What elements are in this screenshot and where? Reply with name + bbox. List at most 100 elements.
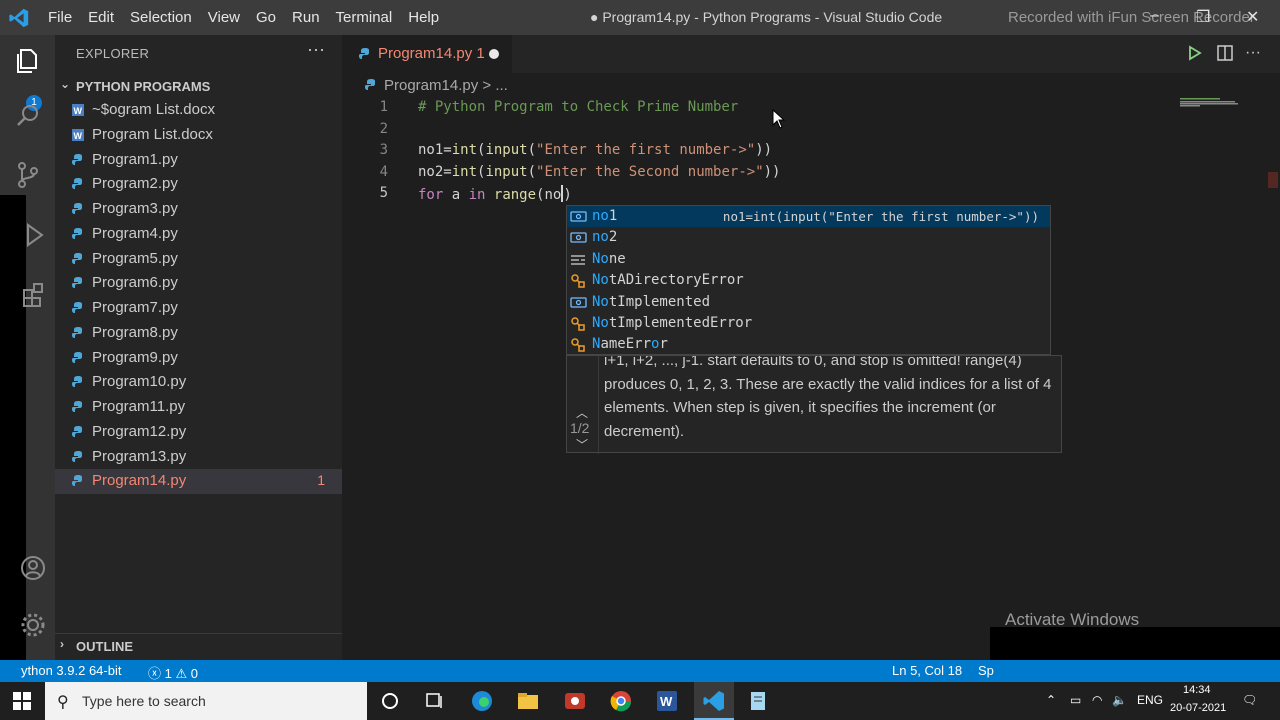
file-item[interactable]: Program9.py xyxy=(55,346,342,371)
code-token: ( xyxy=(527,142,537,158)
file-list: W ~$ogram List.docx W Program List.docx Prog… xyxy=(55,98,342,494)
chrome-icon[interactable] xyxy=(609,690,633,712)
account-icon[interactable] xyxy=(18,553,48,583)
code-line-4[interactable]: no2=int(input("Enter the Second number->… xyxy=(418,164,780,180)
minimize-button[interactable]: – xyxy=(1150,7,1159,25)
suggestion-item[interactable]: no2 xyxy=(567,227,1050,248)
file-item[interactable]: Program5.py xyxy=(55,247,342,272)
windows-taskbar: ⚲ Type here to search W ⌃ ▭ ◠ 🔈 ENG 14:3… xyxy=(0,682,1280,720)
file-item[interactable]: W ~$ogram List.docx xyxy=(55,98,342,123)
clock-date[interactable]: 20-07-2021 xyxy=(1170,702,1226,714)
file-explorer-icon[interactable] xyxy=(516,690,540,712)
code-line-5[interactable]: for a in range(no) xyxy=(418,185,572,203)
suggestion-item[interactable]: None xyxy=(567,249,1050,270)
python-interpreter[interactable]: ython 3.9.2 64-bit xyxy=(21,663,121,678)
file-name: Program List.docx xyxy=(92,125,213,143)
chevron-down-icon[interactable]: ﹀ xyxy=(576,436,588,453)
python-file-icon xyxy=(72,475,82,487)
line-number: 3 xyxy=(379,142,388,158)
scrollbar-error-marker[interactable] xyxy=(1268,172,1278,188)
file-item[interactable]: Program13.py xyxy=(55,445,342,470)
suggestion-rest: 1 xyxy=(608,208,618,224)
tab-program14[interactable]: Program14.py 1 xyxy=(342,35,512,73)
file-item[interactable]: Program6.py xyxy=(55,271,342,296)
file-item[interactable]: Program2.py xyxy=(55,172,342,197)
notepad-icon[interactable] xyxy=(746,690,770,712)
suggestion-item[interactable]: no1 no1=int(input("Enter the first number… xyxy=(567,206,1050,228)
show-hidden-icons-icon[interactable]: ⌃ xyxy=(1046,693,1056,707)
word-icon[interactable]: W xyxy=(655,690,679,712)
menu-go[interactable]: Go xyxy=(248,9,284,26)
file-item[interactable]: Program12.py xyxy=(55,420,342,445)
suggestion-item[interactable]: NameError xyxy=(567,334,1050,355)
extensions-icon[interactable] xyxy=(20,278,50,308)
edge-browser-icon[interactable] xyxy=(470,690,494,712)
file-item[interactable]: Program3.py xyxy=(55,197,342,222)
indentation[interactable]: Sp xyxy=(978,663,994,678)
explorer-icon[interactable] xyxy=(13,46,43,76)
suggestion-item[interactable]: NotADirectoryError xyxy=(567,270,1050,291)
file-name: Program12.py xyxy=(92,422,187,440)
autocomplete-docs: ︿ 1/2 ﹀ i+1, i+2, ..., j-1. start defaul… xyxy=(566,355,1062,454)
menu-terminal[interactable]: Terminal xyxy=(328,9,401,26)
editor-more-actions[interactable]: ··· xyxy=(1245,44,1261,62)
chevron-down-icon: ⌄ xyxy=(60,77,71,91)
minimap[interactable] xyxy=(1180,97,1270,107)
outline-section[interactable]: › OUTLINE xyxy=(55,633,342,658)
menu-help[interactable]: Help xyxy=(400,9,447,26)
file-item[interactable]: Program8.py xyxy=(55,321,342,346)
menu-run[interactable]: Run xyxy=(284,9,328,26)
code-token: range xyxy=(493,187,537,203)
menu-selection[interactable]: Selection xyxy=(122,9,200,26)
cursor-position[interactable]: Ln 5, Col 18 xyxy=(892,663,962,678)
file-item[interactable]: Program14.py 1 xyxy=(55,469,342,494)
screen-recorder-icon[interactable] xyxy=(563,690,587,712)
notifications-icon[interactable]: 🗨 xyxy=(1242,693,1257,707)
code-line-3[interactable]: no1=int(input("Enter the first number->"… xyxy=(418,142,772,158)
menu-file[interactable]: File xyxy=(40,9,80,26)
chevron-up-icon[interactable]: ︿ xyxy=(576,404,588,421)
battery-icon[interactable]: ▭ xyxy=(1070,693,1081,707)
file-item[interactable]: Program7.py xyxy=(55,296,342,321)
vscode-taskbar-button[interactable] xyxy=(694,682,734,720)
workspace-section[interactable]: ⌄ PYTHON PROGRAMS xyxy=(55,74,342,98)
suggestion-item[interactable]: NotImplementedError xyxy=(567,313,1050,334)
split-editor-icon[interactable] xyxy=(1216,44,1234,62)
clock-time[interactable]: 14:34 xyxy=(1183,684,1211,696)
code-line-1[interactable]: # Python Program to Check Prime Number xyxy=(418,99,738,115)
breadcrumb-file[interactable]: Program14.py > ... xyxy=(384,77,508,94)
language-indicator[interactable]: ENG xyxy=(1137,693,1163,707)
python-file-icon xyxy=(72,178,82,190)
suggestion-label: no2 xyxy=(592,229,617,245)
menu-edit[interactable]: Edit xyxy=(80,9,122,26)
file-item[interactable]: W Program List.docx xyxy=(55,123,342,148)
code-token: "Enter the first number->" xyxy=(536,142,756,158)
volume-icon[interactable]: 🔈 xyxy=(1112,693,1127,707)
docs-text: i+1, i+2, ..., j-1. start defaults to 0,… xyxy=(604,356,1052,440)
title-bar: File Edit Selection View Go Run Terminal… xyxy=(0,0,1280,35)
file-item[interactable]: Program1.py xyxy=(55,148,342,173)
run-file-icon[interactable] xyxy=(1187,44,1203,62)
explorer-more-actions[interactable]: ··· xyxy=(307,39,325,60)
unsaved-dot-icon[interactable] xyxy=(489,49,499,59)
file-item[interactable]: Program4.py xyxy=(55,222,342,247)
restore-button[interactable]: ❐ xyxy=(1196,7,1210,27)
windows-start-icon[interactable] xyxy=(13,692,31,710)
task-view-icon[interactable] xyxy=(423,690,447,712)
wifi-icon[interactable]: ◠ xyxy=(1092,693,1102,707)
close-button[interactable]: ✕ xyxy=(1246,7,1259,27)
problems-indicator[interactable]: ⓧ 1 ⚠ 0 xyxy=(148,663,198,682)
source-control-icon[interactable] xyxy=(13,160,43,190)
class-icon xyxy=(571,274,585,288)
file-item[interactable]: Program10.py xyxy=(55,370,342,395)
breadcrumb-rest[interactable]: > ... xyxy=(482,77,507,94)
code-token: int xyxy=(451,164,478,180)
menu-view[interactable]: View xyxy=(200,9,248,26)
run-debug-icon[interactable] xyxy=(22,220,52,250)
settings-gear-icon[interactable] xyxy=(18,610,48,640)
suggestion-item[interactable]: NotImplemented xyxy=(567,292,1050,313)
file-item[interactable]: Program11.py xyxy=(55,395,342,420)
cortana-icon[interactable] xyxy=(378,690,402,712)
search-icon[interactable] xyxy=(13,101,43,131)
taskbar-search[interactable]: ⚲ Type here to search xyxy=(45,682,367,720)
